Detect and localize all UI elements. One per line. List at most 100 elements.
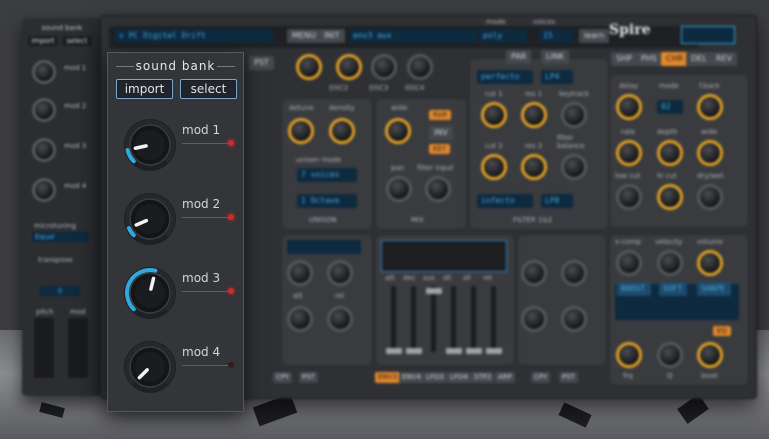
transpose-value[interactable]: 0 (40, 286, 80, 296)
key-button[interactable]: KEY (429, 144, 451, 154)
env-rel-fader[interactable] (491, 286, 496, 352)
mod-2-knob[interactable] (122, 191, 178, 247)
env-fader-cap[interactable] (406, 348, 422, 354)
lfo-att-knob[interactable] (287, 260, 313, 286)
fx-delay-knob[interactable] (616, 94, 642, 120)
env-slt-fader[interactable] (451, 286, 456, 352)
fx-drywet-knob[interactable] (697, 184, 723, 210)
fx-tab-phs[interactable]: PHS (636, 52, 662, 66)
filter-link-button[interactable]: LINK (541, 50, 570, 64)
tab-env3[interactable]: ENV3 (375, 372, 400, 383)
env-fader-cap[interactable] (386, 348, 402, 354)
env-sll-fader[interactable] (471, 286, 476, 352)
eq-soft-button[interactable]: SOFT (659, 282, 687, 296)
env-sus-fader[interactable] (431, 286, 436, 352)
velocity-knob[interactable] (657, 250, 683, 276)
fx-tab-shp[interactable]: SHP (611, 52, 637, 66)
voices-select[interactable]: 15 (539, 29, 573, 43)
learn-button[interactable]: learn (579, 29, 610, 43)
fx-fback-knob[interactable] (697, 94, 723, 120)
fx-wide-knob[interactable] (697, 140, 723, 166)
fx-hicut-knob[interactable] (657, 184, 683, 210)
env-att-fader[interactable] (391, 286, 396, 352)
import-button[interactable]: import (116, 79, 173, 99)
lfo-att2-knob[interactable] (287, 306, 313, 332)
left-import-button[interactable]: import (28, 36, 58, 46)
osc2-knob[interactable] (336, 54, 362, 80)
env-fader-cap[interactable] (486, 348, 502, 354)
left-mod-2-knob[interactable] (32, 98, 56, 122)
unison-octave-select[interactable]: 1 Octave (297, 194, 357, 208)
eq-boost-button[interactable]: BOOST (617, 282, 651, 296)
lfo2-rel-knob[interactable] (561, 260, 587, 286)
bottom-pst2-button[interactable]: PST (559, 372, 578, 383)
pitch-wheel[interactable] (34, 318, 54, 378)
osc3-knob[interactable] (371, 54, 397, 80)
tab-stp2[interactable]: STP2 (471, 372, 495, 383)
tab-lfo3[interactable]: LFO3 (423, 372, 447, 383)
osc-display[interactable]: env3 aux (349, 29, 477, 43)
bottom-pst-button[interactable]: PST (299, 372, 318, 383)
tab-env4[interactable]: ENV4 (399, 372, 424, 383)
eq-q-knob[interactable] (657, 342, 683, 368)
fx-lowcut-knob[interactable] (616, 184, 642, 210)
res2-knob[interactable] (521, 154, 547, 180)
fx-depth-knob[interactable] (657, 140, 683, 166)
bottom-cpy2-button[interactable]: CPY (531, 372, 551, 383)
osc1-knob[interactable] (296, 54, 322, 80)
fx-tab-chr[interactable]: CHR (661, 52, 689, 66)
wide-knob[interactable] (385, 118, 411, 144)
unison-mode-select[interactable]: 7 voices (297, 168, 357, 182)
filter1-mode-select[interactable]: LP4 (541, 70, 573, 84)
lfo2-att2-knob[interactable] (521, 306, 547, 332)
keytrack-knob[interactable] (561, 102, 587, 128)
env-fader-cap[interactable] (426, 288, 442, 294)
filter-par-button[interactable]: PAR (506, 50, 532, 64)
select-button[interactable]: select (180, 79, 237, 99)
patch-display[interactable]: v PC Digital Drift (115, 29, 273, 43)
mod-1-knob[interactable] (122, 117, 178, 173)
filter-balance-knob[interactable] (561, 154, 587, 180)
left-mod-3-knob[interactable] (32, 138, 56, 162)
density-knob[interactable] (329, 118, 355, 144)
bottom-cpy-button[interactable]: CPY (273, 372, 293, 383)
env-fader-cap[interactable] (466, 348, 482, 354)
volume-knob[interactable] (697, 250, 723, 276)
osc4-knob[interactable] (407, 54, 433, 80)
fx-tab-rev[interactable]: REV (711, 52, 738, 66)
filter2-type-select[interactable]: infecto (477, 194, 533, 208)
xcomp-knob[interactable] (616, 250, 642, 276)
detune-knob[interactable] (288, 118, 314, 144)
env-dec-fader[interactable] (411, 286, 416, 352)
lfo-rel2-knob[interactable] (327, 306, 353, 332)
cut1-knob[interactable] (481, 102, 507, 128)
fx-mode-select[interactable]: 02 (657, 100, 683, 114)
menu-button[interactable]: MENU (287, 29, 321, 43)
rar-button[interactable]: RAR (429, 110, 452, 120)
eq-shape-button[interactable]: SHAPE (697, 282, 731, 296)
mod-4-knob[interactable] (122, 339, 178, 395)
mod-3-knob[interactable] (122, 265, 178, 321)
lfo2-att-knob[interactable] (521, 260, 547, 286)
eq-level-knob[interactable] (697, 342, 723, 368)
filter1-type-select[interactable]: perfecto (477, 70, 533, 84)
filter-input-knob[interactable] (425, 176, 451, 202)
left-mod-1-knob[interactable] (32, 60, 56, 84)
fx-rate-knob[interactable] (616, 140, 642, 166)
tab-arp[interactable]: ARP (495, 372, 515, 383)
init-button[interactable]: INIT (319, 29, 345, 43)
inv-button[interactable]: INV (429, 126, 453, 140)
left-mod-4-knob[interactable] (32, 178, 56, 202)
eq-frq-knob[interactable] (616, 342, 642, 368)
filter2-mode-select[interactable]: LP8 (541, 194, 573, 208)
mode-select[interactable]: poly (479, 29, 527, 43)
fx-tab-del[interactable]: DEL (686, 52, 712, 66)
left-select-button[interactable]: select (62, 36, 92, 46)
lfo2-rel2-knob[interactable] (561, 306, 587, 332)
cut2-knob[interactable] (481, 154, 507, 180)
tab-lfo4[interactable]: LFO4 (447, 372, 471, 383)
mod-wheel[interactable] (68, 318, 88, 378)
env-fader-cap[interactable] (446, 348, 462, 354)
res1-knob[interactable] (521, 102, 547, 128)
eq-toggle[interactable]: EQ (713, 326, 731, 336)
